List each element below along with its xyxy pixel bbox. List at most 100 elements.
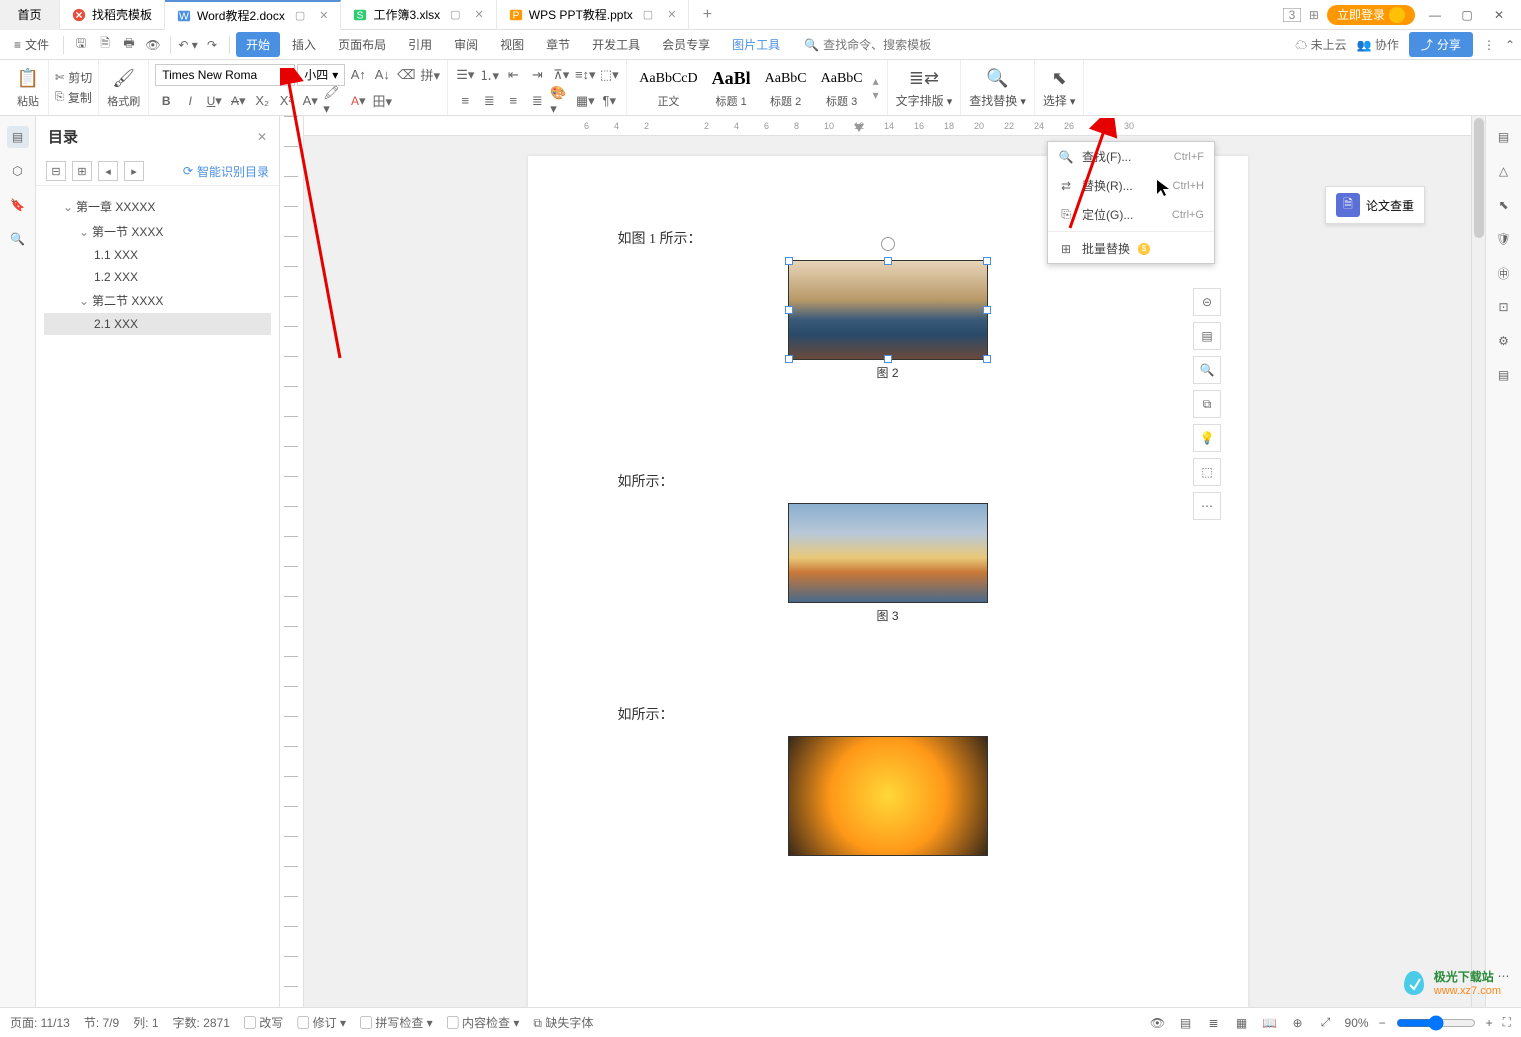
apps-icon[interactable]: ⊞	[1309, 8, 1319, 22]
decrease-font-icon[interactable]: A↓	[371, 64, 393, 86]
decrease-indent-icon[interactable]: ⇤	[502, 64, 524, 86]
font-color-icon[interactable]: A▾	[347, 90, 369, 112]
view-page-icon[interactable]: ▤	[1177, 1014, 1195, 1032]
status-page[interactable]: 页面: 11/13	[10, 1014, 70, 1031]
fit-icon[interactable]: ⤢	[1317, 1014, 1335, 1032]
toc-left-icon[interactable]: ◂	[98, 161, 118, 181]
img-more-icon[interactable]: ⋯	[1193, 492, 1221, 520]
status-content-check[interactable]: ▢ 内容检查 ▾	[447, 1014, 520, 1031]
img-zoom-icon[interactable]: 🔍	[1193, 356, 1221, 384]
menu-insert[interactable]: 插入	[282, 32, 326, 57]
status-missing-font[interactable]: ⧉ 缺失字体	[533, 1014, 593, 1031]
menu-review[interactable]: 审阅	[444, 32, 488, 57]
smart-toc-button[interactable]: ⟳ 智能识别目录	[183, 163, 269, 180]
redo-icon[interactable]: ↷	[201, 34, 223, 56]
show-marks-icon[interactable]: ¶▾	[598, 90, 620, 112]
rpane-settings-icon[interactable]: ⚙	[1493, 330, 1515, 352]
scrollbar-vertical[interactable]	[1471, 116, 1485, 1007]
menu-layout[interactable]: 页面布局	[328, 32, 396, 57]
status-section[interactable]: 节: 7/9	[84, 1014, 119, 1031]
menu-view[interactable]: 视图	[490, 32, 534, 57]
style-body[interactable]: AaBbCcD正文	[633, 67, 703, 109]
tab-ppt[interactable]: P WPS PPT教程.pptx ▢ ✕	[497, 0, 690, 30]
rpane-select-icon[interactable]: ⬉	[1493, 194, 1515, 216]
number-list-icon[interactable]: ⒈▾	[478, 64, 500, 86]
line-spacing-icon[interactable]: ≡↕▾	[574, 64, 596, 86]
menu-start[interactable]: 开始	[236, 32, 280, 57]
phonetic-icon[interactable]: 拼▾	[419, 64, 441, 86]
tab-close-icon[interactable]: ✕	[667, 8, 676, 21]
italic-icon[interactable]: I	[179, 90, 201, 112]
style-h3[interactable]: AaBbC标题 3	[815, 67, 869, 109]
paper-check-panel[interactable]: 🗎 论文查重	[1325, 186, 1425, 224]
tab-excel[interactable]: S 工作簿3.xlsx ▢ ✕	[341, 0, 496, 30]
toc-toggle-icon[interactable]: ⌄	[78, 225, 90, 239]
nav-search-icon[interactable]: 🔍	[7, 228, 29, 250]
nav-outline-icon[interactable]: ▤	[7, 126, 29, 148]
bullet-list-icon[interactable]: ☰▾	[454, 64, 476, 86]
eye-icon[interactable]: 👁	[1149, 1014, 1167, 1032]
toc-toggle-icon[interactable]: ⌄	[78, 294, 90, 308]
format-painter-button[interactable]: 🖌 格式刷	[107, 67, 140, 109]
superscript-icon[interactable]: X²	[275, 90, 297, 112]
resize-handle[interactable]	[983, 257, 991, 265]
zoom-slider[interactable]	[1396, 1015, 1476, 1031]
font-size-combo[interactable]: 小四▾	[297, 64, 345, 86]
body-text[interactable]: 如所示：	[618, 704, 1158, 724]
resize-handle[interactable]	[983, 355, 991, 363]
tab-maximize-icon[interactable]: ▢	[450, 8, 460, 21]
style-scroll-down-icon[interactable]: ▾	[873, 88, 879, 102]
rpane-tools-icon[interactable]: △	[1493, 160, 1515, 182]
style-scroll-up-icon[interactable]: ▴	[873, 74, 879, 88]
resize-handle[interactable]	[884, 355, 892, 363]
resize-handle[interactable]	[785, 355, 793, 363]
img-wrap-icon[interactable]: ▤	[1193, 322, 1221, 350]
undo-icon[interactable]: ↶ ▾	[177, 34, 199, 56]
sort-icon[interactable]: ⊼▾	[550, 64, 572, 86]
dropdown-goto[interactable]: ⎘ 定位(G)... Ctrl+G	[1048, 200, 1214, 229]
view-read-icon[interactable]: 📖	[1261, 1014, 1279, 1032]
status-overwrite[interactable]: ▢ 改写	[244, 1014, 283, 1031]
sidebar-close-icon[interactable]: ✕	[257, 130, 267, 144]
align-right-icon[interactable]: ≡	[502, 90, 524, 112]
workspace-icon[interactable]: 3	[1283, 8, 1301, 22]
image[interactable]	[788, 503, 988, 603]
tab-home[interactable]: 首页	[0, 0, 60, 30]
toc-item-chapter1[interactable]: ⌄第一章 XXXXX	[44, 194, 271, 219]
tab-template[interactable]: 找稻壳模板	[60, 0, 165, 30]
toc-item-1-2[interactable]: 1.2 XXX	[44, 266, 271, 288]
ruler-horizontal[interactable]: 6 4 2 2 4 6 8 10 12 14 16 18 20 22 24 26…	[304, 116, 1471, 136]
target-icon[interactable]: ⊕	[1289, 1014, 1307, 1032]
collab-button[interactable]: 👥 协作	[1357, 36, 1399, 53]
menu-section[interactable]: 章节	[536, 32, 580, 57]
toc-right-icon[interactable]: ▸	[124, 161, 144, 181]
toc-item-1-1[interactable]: 1.1 XXX	[44, 244, 271, 266]
menu-dev[interactable]: 开发工具	[582, 32, 650, 57]
zoom-out-icon[interactable]: −	[1379, 1016, 1386, 1030]
subscript-icon[interactable]: X₂	[251, 90, 273, 112]
menu-vip[interactable]: 会员专享	[652, 32, 720, 57]
status-column[interactable]: 列: 1	[133, 1014, 158, 1031]
nav-bookmark-icon[interactable]: 🔖	[7, 194, 29, 216]
image-caption[interactable]: 图 2	[618, 364, 1158, 381]
rpane-protect-icon[interactable]: 🛡	[1493, 228, 1515, 250]
scrollbar-thumb[interactable]	[1474, 118, 1484, 238]
find-replace-button[interactable]: 🔍 查找替换 ▾	[969, 66, 1026, 109]
nav-shapes-icon[interactable]: ⬡	[7, 160, 29, 182]
img-crop-icon[interactable]: ⧉	[1193, 390, 1221, 418]
rpane-translate-icon[interactable]: ㊥	[1493, 262, 1515, 284]
bold-icon[interactable]: B	[155, 90, 177, 112]
toc-item-2-1[interactable]: 2.1 XXX	[44, 313, 271, 335]
ruler-vertical[interactable]	[280, 116, 304, 1007]
menu-picture-tools[interactable]: 图片工具	[722, 32, 790, 57]
rpane-more-icon[interactable]: ▤	[1493, 364, 1515, 386]
align-center-icon[interactable]: ≣	[478, 90, 500, 112]
indent-marker[interactable]	[854, 124, 864, 134]
align-left-icon[interactable]: ≡	[454, 90, 476, 112]
dropdown-replace[interactable]: ⇄ 替换(R)... Ctrl+H	[1048, 171, 1214, 200]
dropdown-batch-replace[interactable]: ⊞ 批量替换 $	[1048, 234, 1214, 263]
body-text[interactable]: 如所示：	[618, 471, 1158, 491]
image[interactable]	[788, 736, 988, 856]
tab-close-icon[interactable]: ✕	[319, 9, 328, 22]
status-spellcheck[interactable]: ▢ 拼写检查 ▾	[360, 1014, 433, 1031]
